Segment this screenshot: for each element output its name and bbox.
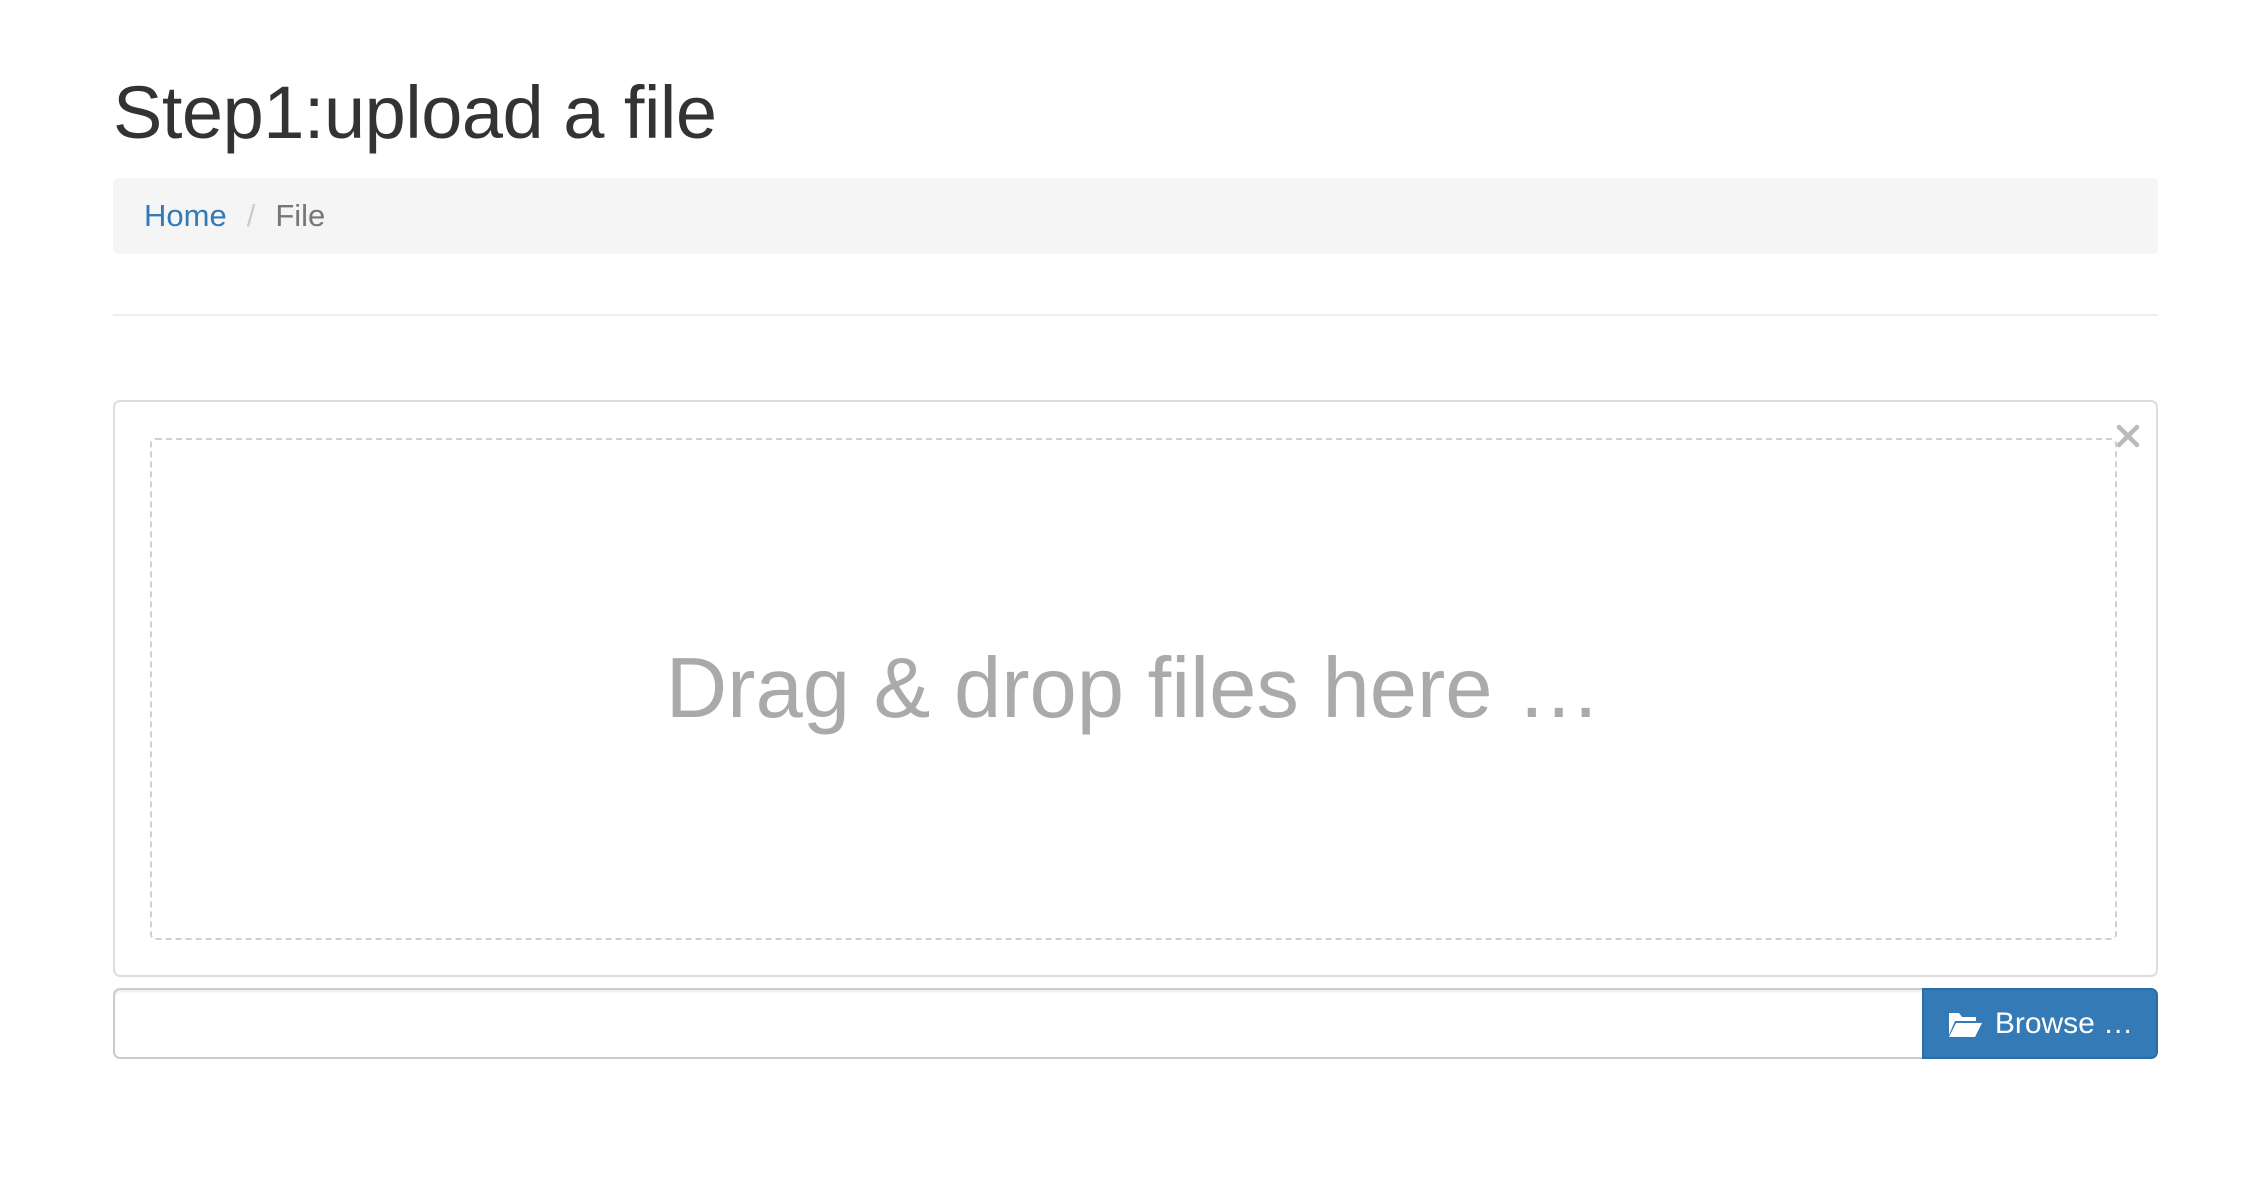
breadcrumb-current-file: File: [275, 198, 326, 233]
divider: [113, 314, 2158, 316]
browse-button[interactable]: Browse …: [1922, 988, 2158, 1059]
drop-zone-text: Drag & drop files here …: [665, 641, 1602, 736]
file-input-group: Browse …: [113, 988, 2158, 1059]
folder-open-icon: [1947, 1009, 1983, 1039]
file-caption-field[interactable]: [113, 988, 1922, 1059]
browse-label: Browse …: [1994, 1006, 2134, 1040]
drop-zone[interactable]: Drag & drop files here …: [150, 438, 2117, 940]
breadcrumb: Home / File: [113, 178, 2158, 254]
breadcrumb-separator: /: [246, 198, 256, 233]
page-title: Step1:upload a file: [113, 71, 717, 154]
close-icon[interactable]: [2114, 422, 2142, 450]
file-preview-panel: Drag & drop files here …: [113, 400, 2158, 977]
breadcrumb-home-link[interactable]: Home: [144, 198, 227, 234]
